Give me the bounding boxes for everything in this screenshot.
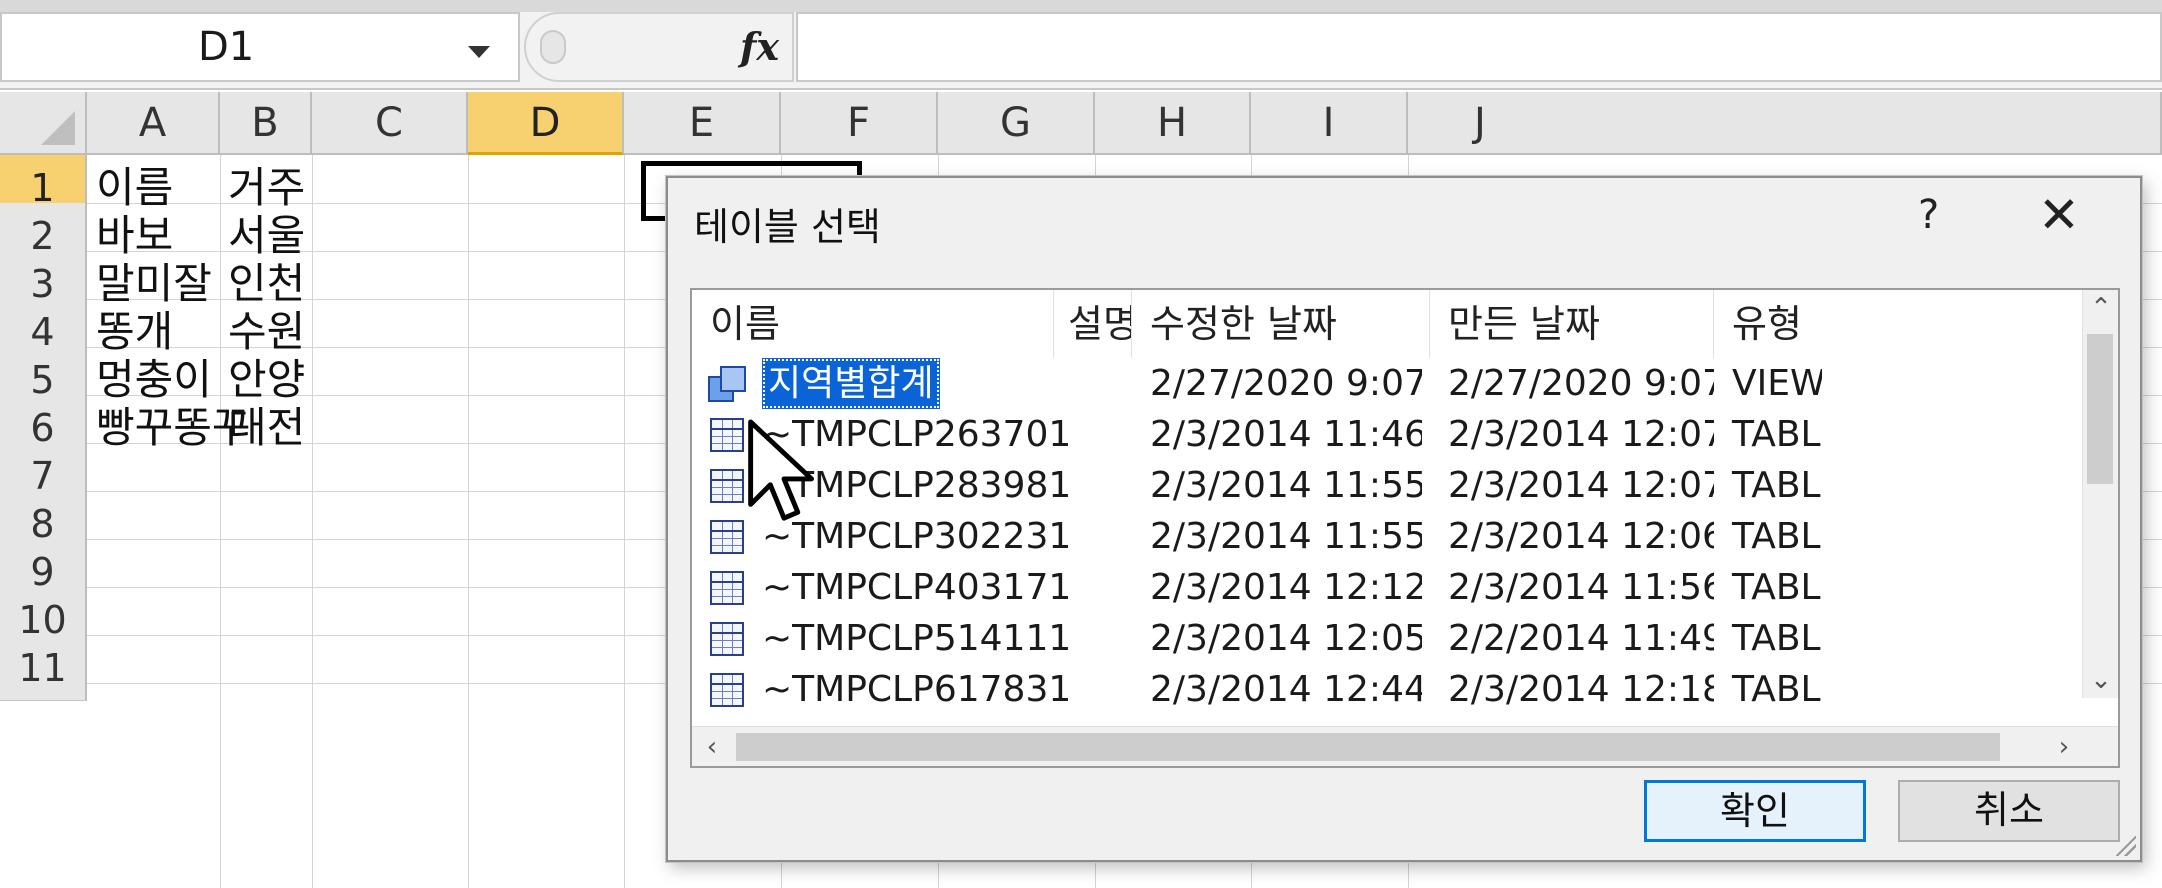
item-name: ~TMPCLP514111 [762,618,1072,659]
dialog-title: 테이블 선택 [694,205,881,249]
gridline [312,155,313,888]
item-type: TABLE [1732,567,1822,608]
item-type: TABLE [1732,414,1822,455]
cell-b6[interactable]: 대전 [228,395,305,461]
column-header-e[interactable]: E [624,92,781,155]
view-icon [708,364,748,404]
column-header-description[interactable]: 설명 [1054,290,1132,358]
item-created: 2/3/2014 12:18:41 PM [1448,669,1714,710]
item-type: TABLE [1732,516,1822,557]
column-header-d[interactable]: D [468,92,624,155]
column-header-h[interactable]: H [1095,92,1251,155]
scroll-up-icon[interactable]: ⌃ [2083,290,2118,326]
column-header-b[interactable]: B [220,92,312,155]
scroll-down-icon[interactable]: ⌄ [2083,662,2118,698]
column-header-f[interactable]: F [781,92,938,155]
horizontal-scrollbar[interactable]: ‹ › [692,726,2118,766]
item-type: TABLE [1732,465,1822,506]
item-name: 지역별합계 [762,358,940,409]
chevron-down-icon[interactable] [468,46,490,58]
select-table-dialog: 테이블 선택 ? ✕ 이름 설명 수정한 날짜 만든 날짜 유형 지역별합계 2… [666,176,2142,862]
gridline [468,155,469,888]
resize-grip-icon[interactable] [2116,836,2136,856]
row-header-11[interactable]: 11 [0,635,87,701]
cancel-button[interactable]: 취소 [1898,780,2120,842]
table-icon [710,520,744,554]
vertical-scroll-thumb[interactable] [2087,334,2113,484]
item-modified: 2/3/2014 12:05:42 AM [1150,618,1422,659]
scroll-right-icon[interactable]: › [2044,727,2084,766]
splitter-handle[interactable] [540,30,566,64]
column-header-name[interactable]: 이름 [692,290,1054,358]
item-created: 2/27/2020 9:07:27 PM [1448,363,1714,404]
insert-function-icon[interactable]: fx [740,24,779,69]
item-modified: 2/3/2014 12:44:59 PM [1150,669,1422,710]
item-modified: 2/3/2014 11:46:31 AM [1150,414,1422,455]
table-icon [710,469,744,503]
item-modified: 2/3/2014 11:55:17 AM [1150,465,1422,506]
list-header: 이름 설명 수정한 날짜 만든 날짜 유형 [692,290,2118,358]
item-modified: 2/3/2014 11:55:19 AM [1150,516,1422,557]
ok-button[interactable]: 확인 [1644,780,1866,842]
table-list[interactable]: 이름 설명 수정한 날짜 만든 날짜 유형 지역별합계 2/27/2020 9:… [690,288,2120,768]
item-name: ~TMPCLP403171 [762,567,1072,608]
list-item[interactable]: ~TMPCLP403171 2/3/2014 12:12:57 PM 2/3/2… [692,562,2084,613]
list-item[interactable]: ~TMPCLP263701 2/3/2014 11:46:31 AM 2/3/2… [692,409,2084,460]
formula-controls: fx [524,12,794,82]
item-created: 2/2/2014 11:49:48 PM [1448,618,1714,659]
name-box[interactable]: D1 [0,12,520,82]
item-created: 2/3/2014 11:56:17 AM [1448,567,1714,608]
close-icon[interactable]: ✕ [2038,186,2080,244]
list-item[interactable]: ~TMPCLP283981 2/3/2014 11:55:17 AM 2/3/2… [692,460,2084,511]
list-item[interactable]: 지역별합계 2/27/2020 9:07:27 PM 2/27/2020 9:0… [692,358,2084,409]
item-created: 2/3/2014 12:07:55 AM [1448,414,1714,455]
help-button[interactable]: ? [1918,192,1939,238]
mouse-pointer-icon [748,419,814,521]
item-type: VIEW [1732,363,1822,404]
horizontal-scroll-thumb[interactable] [736,733,2000,761]
column-header-modified[interactable]: 수정한 날짜 [1132,290,1430,358]
table-icon [710,673,744,707]
item-created: 2/3/2014 12:06:06 AM [1448,516,1714,557]
list-item[interactable]: ~TMPCLP617831 2/3/2014 12:44:59 PM 2/3/2… [692,664,2084,715]
column-header-i[interactable]: I [1251,92,1408,155]
table-icon [710,622,744,656]
item-modified: 2/27/2020 9:07:27 PM [1150,363,1422,404]
formula-bar: D1 fx [0,0,2162,90]
column-header-j[interactable]: J [1408,92,2162,155]
gridline [220,155,221,888]
column-header-type[interactable]: 유형 [1714,290,2084,358]
column-header-a[interactable]: A [87,92,220,155]
column-header-created[interactable]: 만든 날짜 [1430,290,1714,358]
list-item[interactable]: ~TMPCLP302231 2/3/2014 11:55:19 AM 2/3/2… [692,511,2084,562]
select-all-triangle-icon [41,111,75,145]
item-type: TABLE [1732,669,1822,710]
select-all-button[interactable] [0,92,87,155]
scroll-left-icon[interactable]: ‹ [692,727,732,766]
item-type: TABLE [1732,618,1822,659]
item-modified: 2/3/2014 12:12:57 PM [1150,567,1422,608]
list-item[interactable]: ~TMPCLP514111 2/3/2014 12:05:42 AM 2/2/2… [692,613,2084,664]
table-icon [710,418,744,452]
item-created: 2/3/2014 12:07:11 AM [1448,465,1714,506]
ribbon-edge [0,0,2162,12]
gridline [624,155,625,888]
name-box-value: D1 [198,24,255,70]
column-header-g[interactable]: G [938,92,1095,155]
table-icon [710,571,744,605]
vertical-scrollbar[interactable]: ⌃ ⌄ [2082,290,2118,698]
column-header-c[interactable]: C [312,92,468,155]
formula-input[interactable] [796,12,2162,82]
item-name: ~TMPCLP617831 [762,669,1072,710]
